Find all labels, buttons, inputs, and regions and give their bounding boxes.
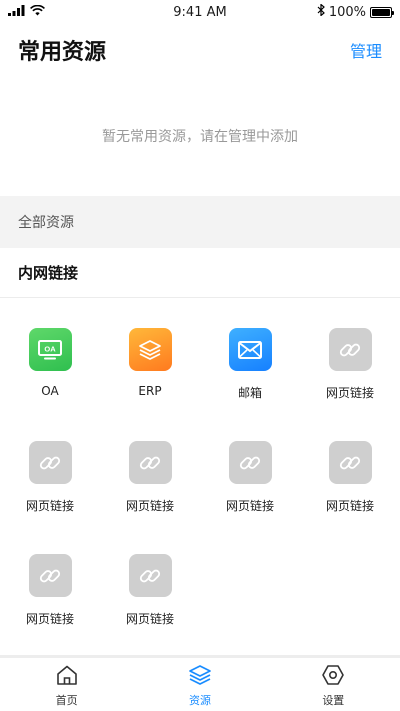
oa-icon: OA xyxy=(28,328,72,371)
link-icon xyxy=(328,328,372,371)
resource-item-weblink[interactable]: 网页链接 xyxy=(0,411,100,524)
erp-layers-icon xyxy=(128,328,172,371)
mail-icon xyxy=(228,328,272,371)
resource-item-mail[interactable]: 邮箱 xyxy=(200,298,300,411)
page-title: 常用资源 xyxy=(18,40,107,65)
link-icon xyxy=(28,441,72,484)
tab-home[interactable]: 首页 xyxy=(0,658,133,711)
resource-label: 网页链接 xyxy=(25,612,74,626)
settings-hexagon-icon xyxy=(321,664,345,690)
status-bar: 9:41 AM 100% xyxy=(0,0,400,24)
layers-icon xyxy=(188,664,212,690)
empty-tip: 暂无常用资源，请在管理中添加 xyxy=(102,129,298,145)
header: 常用资源 管理 xyxy=(0,30,400,70)
battery-icon xyxy=(370,6,394,18)
all-resources-header: 全部资源 xyxy=(0,196,400,248)
intranet-links-title: 内网链接 xyxy=(18,264,79,282)
tab-home-label: 首页 xyxy=(55,694,78,707)
status-time: 9:41 AM xyxy=(173,4,227,20)
resource-item-weblink[interactable]: 网页链接 xyxy=(100,411,200,524)
tab-settings[interactable]: 设置 xyxy=(267,658,400,711)
resource-label: 网页链接 xyxy=(325,499,374,513)
resource-item-weblink[interactable]: 网页链接 xyxy=(100,524,200,637)
manage-button[interactable]: 管理 xyxy=(350,38,382,62)
resource-label: 邮箱 xyxy=(237,386,262,400)
resource-label: ERP xyxy=(138,384,162,398)
all-resources-title: 全部资源 xyxy=(18,215,74,231)
resource-label: 网页链接 xyxy=(325,386,374,400)
link-icon xyxy=(28,554,72,597)
link-icon xyxy=(228,441,272,484)
resource-item-weblink[interactable]: 网页链接 xyxy=(300,298,400,411)
resource-item-oa[interactable]: OA OA xyxy=(0,298,100,411)
resource-label: OA xyxy=(41,384,59,398)
tab-settings-label: 设置 xyxy=(322,694,345,707)
resource-item-weblink[interactable]: 网页链接 xyxy=(200,411,300,524)
link-icon xyxy=(128,554,172,597)
resource-label: 网页链接 xyxy=(125,612,174,626)
resource-label: 网页链接 xyxy=(25,499,74,513)
home-icon xyxy=(55,664,79,690)
svg-text:OA: OA xyxy=(44,344,56,353)
resource-item-weblink[interactable]: 网页链接 xyxy=(0,524,100,637)
tab-bar: 首页 资源 设置 xyxy=(0,658,400,711)
resource-item-weblink[interactable]: 网页链接 xyxy=(300,411,400,524)
resource-label: 网页链接 xyxy=(125,499,174,513)
resource-label: 网页链接 xyxy=(225,499,274,513)
link-icon xyxy=(128,441,172,484)
link-icon xyxy=(328,441,372,484)
resource-item-erp[interactable]: ERP xyxy=(100,298,200,411)
intranet-links-header: 内网链接 xyxy=(0,248,400,298)
tab-resources[interactable]: 资源 xyxy=(133,658,266,711)
tab-resources-label: 资源 xyxy=(188,694,211,707)
